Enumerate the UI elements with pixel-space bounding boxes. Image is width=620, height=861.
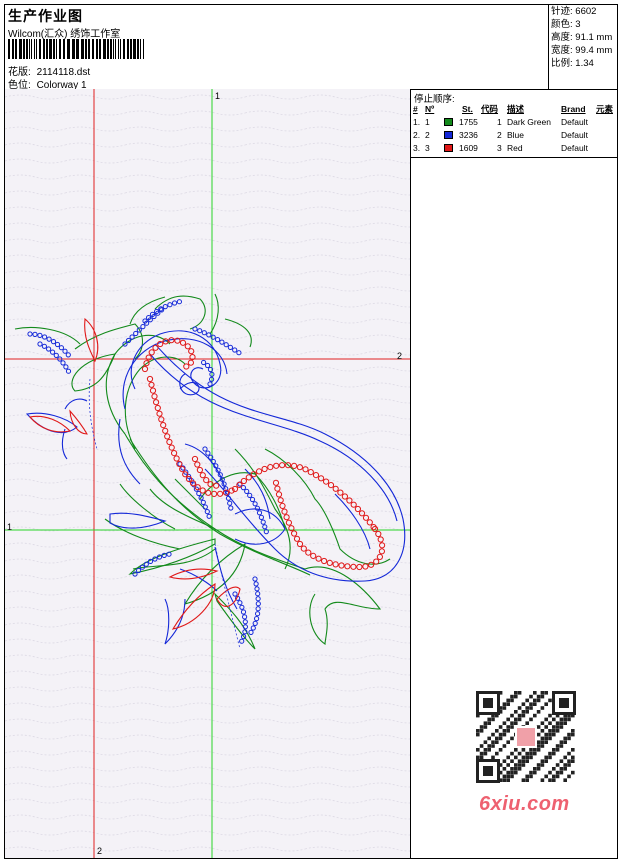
col-index-header: # — [413, 104, 418, 114]
stat-colors: 颜色: 3 — [551, 19, 581, 30]
stat-width: 宽度: 99.4 mm — [551, 45, 613, 56]
stop-stitches: 3236 — [459, 130, 478, 140]
table-row: 1. 1 1755 1 Dark Green Default — [411, 116, 618, 129]
stop-index: 2. — [413, 130, 421, 140]
stop-stitches: 1755 — [459, 117, 478, 127]
thread-color-swatch — [444, 118, 453, 126]
thread-color-swatch — [444, 144, 453, 152]
barcode — [8, 39, 144, 59]
stop-code: 3 — [497, 143, 502, 153]
stop-code: 1 — [497, 117, 502, 127]
stop-brand: Default — [561, 143, 588, 153]
studio-name: Wilcom(汇众) 绣饰工作室 — [8, 29, 121, 40]
stop-number: 3 — [425, 143, 430, 153]
design-stats: 针迹: 6602 颜色: 3 高度: 91.1 mm 宽度: 99.4 mm 比… — [548, 5, 618, 89]
watermark-text: 6xiu.com — [479, 793, 570, 815]
table-row: 2. 2 3236 2 Blue Default — [411, 129, 618, 142]
table-body: 1. 1 1755 1 Dark Green Default 2. 2 3236 2 Blue Def… — [411, 116, 618, 155]
col-stitches-header: St. — [462, 104, 473, 114]
stop-number: 2 — [425, 130, 430, 140]
col-code-header: 代码 — [481, 104, 499, 114]
stop-sequence-table: # Nº St. 代码 描述 Brand 元素 1. 1 1755 1 Dark Gre… — [411, 103, 618, 155]
table-header-row: # Nº St. 代码 描述 Brand 元素 — [411, 103, 618, 116]
thread-color-swatch — [444, 131, 453, 139]
stop-index: 3. — [413, 143, 421, 153]
stop-code: 2 — [497, 130, 502, 140]
guide-red-right-label: 2 — [397, 351, 403, 361]
stat-height: 高度: 91.1 mm — [551, 32, 613, 43]
stop-stitches: 1609 — [459, 143, 478, 153]
stop-description: Blue — [507, 130, 525, 140]
embroidery-preview — [5, 89, 410, 858]
guide-red-bottom-label: 2 — [97, 846, 103, 856]
stop-number: 1 — [425, 117, 430, 127]
stat-stitches: 针迹: 6602 — [551, 6, 597, 17]
col-element-header: 元素 — [596, 104, 614, 114]
table-divider — [411, 157, 618, 158]
guide-green-left-label: 1 — [7, 522, 13, 532]
stop-description: Red — [507, 143, 523, 153]
table-row: 3. 3 1609 3 Red Default — [411, 142, 618, 155]
col-no-header: Nº — [425, 104, 435, 114]
stop-brand: Default — [561, 130, 588, 140]
stop-index: 1. — [413, 117, 421, 127]
stop-description: Dark Green — [507, 117, 551, 127]
qr-code — [473, 688, 579, 786]
col-description-header: 描述 — [507, 104, 525, 114]
stop-brand: Default — [561, 117, 588, 127]
guide-green-top-label: 1 — [215, 91, 221, 101]
production-sheet: 生产作业图 Wilcom(汇众) 绣饰工作室 花版: 2114118.dst 色… — [4, 4, 618, 859]
embroidery-canvas: 1 1 2 2 — [5, 89, 410, 858]
col-brand-header: Brand — [561, 104, 586, 114]
sheet-header: 生产作业图 Wilcom(汇众) 绣饰工作室 花版: 2114118.dst 色… — [5, 5, 618, 91]
page-title: 生产作业图 — [8, 8, 83, 24]
stat-ratio: 比例: 1.34 — [551, 58, 594, 69]
